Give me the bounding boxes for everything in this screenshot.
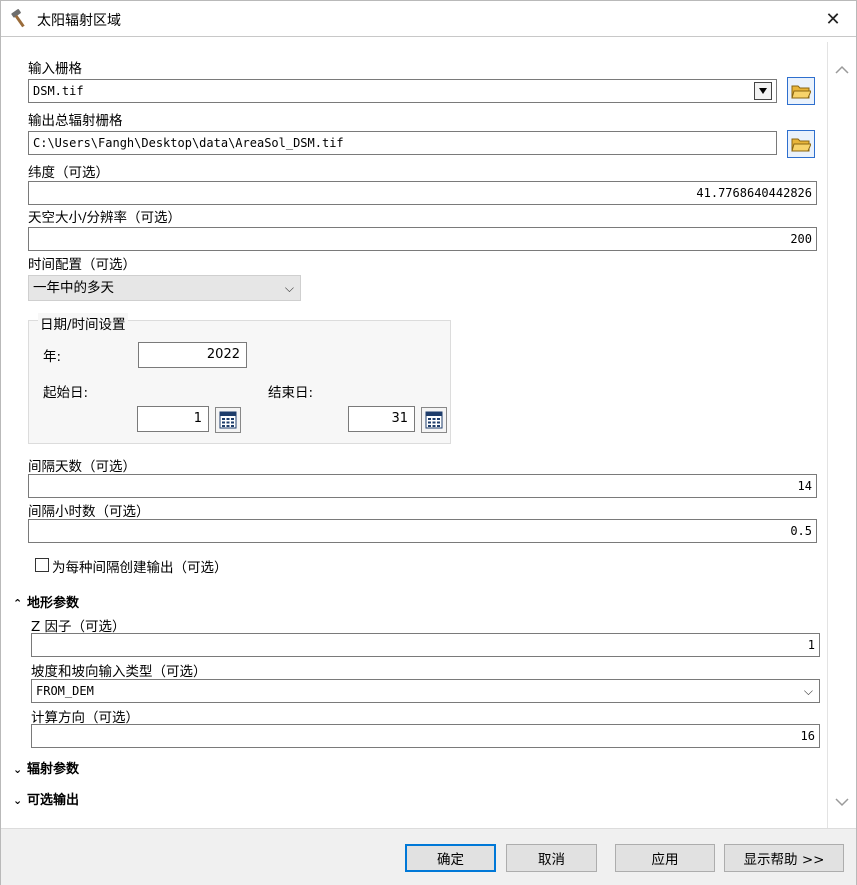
- hour-interval-field[interactable]: 0.5: [28, 519, 817, 543]
- slope-aspect-value: FROM_DEM: [36, 684, 94, 698]
- start-day-label: 起始日:: [43, 385, 89, 401]
- hammer-icon: [11, 9, 25, 28]
- window-title: 太阳辐射区域: [37, 13, 121, 29]
- start-day-calendar-button[interactable]: [215, 407, 241, 433]
- sky-size-label: 天空大小/分辨率（可选）: [28, 210, 182, 226]
- close-button[interactable]: ✕: [810, 1, 856, 37]
- vertical-scrollbar[interactable]: [828, 42, 856, 828]
- tool-dialog: 太阳辐射区域 ✕ 输入栅格 DSM.tif 输出总辐射栅格 C:\Users\F…: [0, 0, 857, 885]
- show-help-button[interactable]: 显示帮助 >>: [724, 844, 844, 872]
- start-day-field[interactable]: 1: [137, 406, 209, 432]
- slope-aspect-select[interactable]: FROM_DEM ⌵: [31, 679, 820, 703]
- create-outputs-checkbox[interactable]: [35, 558, 49, 572]
- open-folder-icon: [791, 138, 811, 152]
- scroll-down-icon[interactable]: [834, 794, 850, 810]
- input-raster-browse-button[interactable]: [787, 77, 815, 105]
- slope-aspect-label: 坡度和坡向输入类型（可选）: [31, 664, 207, 680]
- cancel-button[interactable]: 取消: [506, 844, 597, 872]
- ok-button[interactable]: 确定: [405, 844, 496, 872]
- dropdown-arrow-icon: [759, 88, 767, 94]
- title-bar: 太阳辐射区域 ✕: [1, 1, 856, 37]
- scroll-up-icon[interactable]: [834, 62, 850, 78]
- output-raster-field[interactable]: C:\Users\Fangh\Desktop\data\AreaSol_DSM.…: [28, 131, 777, 155]
- day-interval-field[interactable]: 14: [28, 474, 817, 498]
- optional-output-section-title: 可选输出: [27, 793, 80, 808]
- radiation-section-title: 辐射参数: [27, 762, 80, 777]
- input-raster-label: 输入栅格: [28, 61, 82, 77]
- z-factor-label: Z 因子（可选）: [31, 619, 126, 635]
- latitude-field[interactable]: 41.7768640442826: [28, 181, 817, 205]
- end-day-label: 结束日:: [268, 385, 314, 401]
- collapse-icon: ⌃: [13, 597, 23, 610]
- terrain-section-title: 地形参数: [27, 596, 80, 611]
- time-config-label: 时间配置（可选）: [28, 257, 136, 273]
- input-raster-field[interactable]: DSM.tif: [28, 79, 777, 103]
- chevron-down-icon: ⌵: [803, 684, 813, 698]
- open-folder-icon: [791, 85, 811, 99]
- create-outputs-label: 为每种间隔创建输出（可选）: [52, 560, 228, 576]
- close-icon: ✕: [825, 8, 841, 30]
- directions-label: 计算方向（可选）: [31, 710, 139, 726]
- input-raster-dropdown[interactable]: [754, 82, 772, 100]
- time-config-value: 一年中的多天: [33, 280, 114, 296]
- z-factor-field[interactable]: 1: [31, 633, 820, 657]
- output-raster-label: 输出总辐射栅格: [28, 113, 123, 129]
- sky-size-field[interactable]: 200: [28, 227, 817, 251]
- chevron-down-icon: ⌵: [284, 281, 294, 295]
- latitude-label: 纬度（可选）: [28, 165, 109, 181]
- date-time-group-title: 日期/时间设置: [38, 313, 128, 333]
- end-day-field[interactable]: 31: [348, 406, 415, 432]
- end-day-calendar-button[interactable]: [421, 407, 447, 433]
- expand-icon: ⌄: [13, 794, 23, 807]
- parameters-panel: 输入栅格 DSM.tif 输出总辐射栅格 C:\Users\Fangh\Desk…: [3, 42, 828, 828]
- dialog-footer: 确定 取消 应用 显示帮助 >>: [1, 828, 856, 885]
- apply-button[interactable]: 应用: [615, 844, 715, 872]
- calendar-icon: [219, 411, 237, 429]
- day-interval-label: 间隔天数（可选）: [28, 459, 136, 475]
- calendar-icon: [425, 411, 443, 429]
- expand-icon: ⌄: [13, 763, 23, 776]
- terrain-section-header[interactable]: ⌃ 地形参数: [13, 592, 79, 611]
- output-raster-browse-button[interactable]: [787, 130, 815, 158]
- optional-output-section-header[interactable]: ⌄ 可选输出: [13, 789, 79, 808]
- directions-field[interactable]: 16: [31, 724, 820, 748]
- year-field[interactable]: 2022: [138, 342, 247, 368]
- time-config-select[interactable]: 一年中的多天 ⌵: [28, 275, 301, 301]
- year-label: 年:: [43, 349, 62, 365]
- radiation-section-header[interactable]: ⌄ 辐射参数: [13, 758, 79, 777]
- hour-interval-label: 间隔小时数（可选）: [28, 504, 150, 520]
